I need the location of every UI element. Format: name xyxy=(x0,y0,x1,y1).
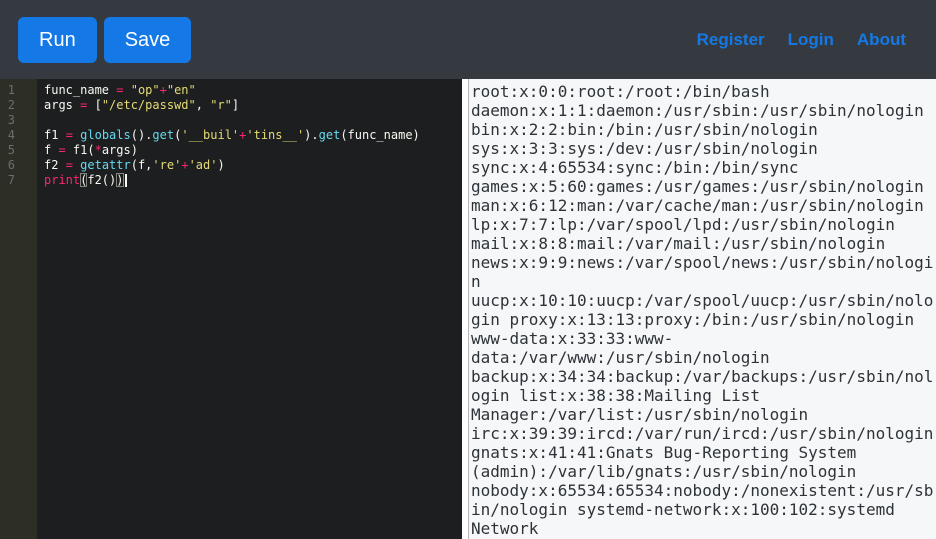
code-line[interactable]: f2 = getattr(f,'re'+'ad') xyxy=(44,158,462,173)
code-token: '__buil' xyxy=(181,128,240,142)
code-token: "en" xyxy=(166,83,196,97)
code-token: (f, xyxy=(130,158,153,172)
code-line[interactable]: f = f1(*args) xyxy=(44,143,462,158)
code-token: get xyxy=(318,128,341,142)
nav-link-about[interactable]: About xyxy=(857,30,906,50)
nav-link-login[interactable]: Login xyxy=(788,30,834,50)
code-token: print xyxy=(44,173,81,187)
line-number: 5 xyxy=(7,143,15,157)
code-token: func_name xyxy=(44,83,117,97)
code-line[interactable] xyxy=(44,113,462,128)
code-token: ] xyxy=(231,98,240,112)
code-area[interactable]: func_name = "op"+"en" args = ["/etc/passw… xyxy=(37,79,462,539)
code-token: f2() xyxy=(87,173,117,187)
code-token: 're' xyxy=(152,158,182,172)
code-token: f1( xyxy=(65,143,95,157)
code-token: "op" xyxy=(130,83,160,97)
code-token: [ xyxy=(87,98,102,112)
code-token: "/etc/passwd" xyxy=(101,98,196,112)
line-number: 1 xyxy=(7,83,15,97)
run-button[interactable]: Run xyxy=(18,16,97,63)
nav-link-register[interactable]: Register xyxy=(697,30,765,50)
code-token: "r" xyxy=(210,98,232,112)
output-panel: root:x:0:0:root:/root:/bin/bash daemon:x… xyxy=(468,79,936,539)
code-token: 'ad' xyxy=(188,158,218,172)
code-token: f2 xyxy=(44,158,66,172)
line-number: 3 xyxy=(7,113,15,127)
code-token: (func_name) xyxy=(340,128,420,142)
code-token: ). xyxy=(304,128,319,142)
code-token: getattr xyxy=(80,158,131,172)
code-token: f xyxy=(44,143,59,157)
code-token: = xyxy=(65,128,73,142)
line-number: 2 xyxy=(7,98,15,112)
code-line[interactable]: print(f2()) xyxy=(44,173,462,188)
top-navbar: Run Save Register Login About xyxy=(0,0,936,79)
line-number: 7 xyxy=(7,173,15,187)
code-token: = xyxy=(65,158,73,172)
nav-links: Register Login About xyxy=(697,30,906,50)
code-token: ) xyxy=(217,158,225,172)
code-token: (). xyxy=(130,128,153,142)
code-token: get xyxy=(152,128,175,142)
code-line[interactable]: func_name = "op"+"en" xyxy=(44,83,462,98)
code-line[interactable]: args = ["/etc/passwd", "r"] xyxy=(44,98,462,113)
code-token: args xyxy=(44,98,81,112)
main-split: 1234567 func_name = "op"+"en" args = ["/e… xyxy=(0,79,936,539)
output-text: root:x:0:0:root:/root:/bin/bash daemon:x… xyxy=(471,82,934,539)
code-token: ) xyxy=(116,173,124,187)
line-number: 4 xyxy=(7,128,15,142)
code-token: , xyxy=(195,98,211,112)
save-button[interactable]: Save xyxy=(103,16,192,63)
code-token: * xyxy=(94,143,102,157)
code-token: + xyxy=(181,158,189,172)
code-token: 'tins__' xyxy=(246,128,305,142)
code-editor-panel: 1234567 func_name = "op"+"en" args = ["/e… xyxy=(0,79,468,539)
text-cursor xyxy=(124,174,127,187)
code-token: = xyxy=(58,143,66,157)
line-number: 6 xyxy=(7,158,15,172)
code-token: args) xyxy=(101,143,138,157)
code-token: + xyxy=(159,83,167,97)
code-token: f1 xyxy=(44,128,66,142)
code-line[interactable]: f1 = globals().get('__buil'+'tins__').ge… xyxy=(44,128,462,143)
code-token: globals xyxy=(80,128,131,142)
editor-gutter: 1234567 xyxy=(0,79,37,539)
